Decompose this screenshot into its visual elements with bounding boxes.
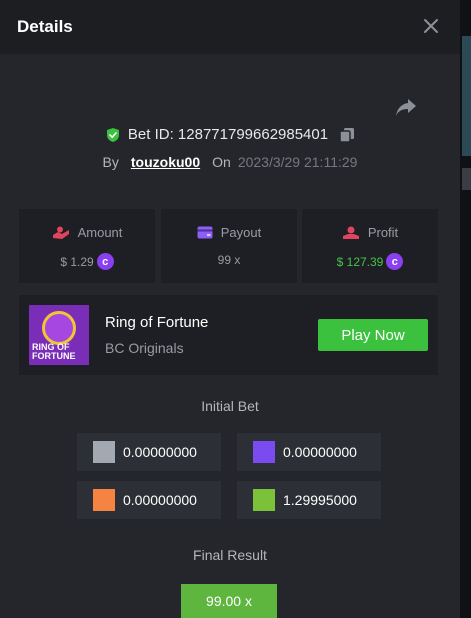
amount-label: Amount [77, 225, 123, 240]
copy-icon[interactable] [339, 127, 355, 143]
bet-id: Bet ID: 128771799662985401 [127, 126, 329, 143]
bet-value: 0.00000000 [123, 444, 197, 460]
on-label: On [212, 154, 231, 170]
close-icon [424, 19, 438, 33]
payout-stat: Payout 99 x [161, 209, 297, 283]
payout-value: 99 x [217, 253, 241, 267]
game-thumbnail[interactable]: RING OF FORTUNE [29, 305, 89, 365]
bet-value: 0.00000000 [123, 492, 197, 508]
bet-cell-green: 1.29995000 [237, 481, 381, 519]
hand-coins-icon [52, 226, 69, 239]
profit-icon [342, 226, 359, 239]
final-result-title: Final Result [193, 547, 267, 563]
verified-shield-icon [106, 127, 119, 142]
wheel-icon [42, 311, 76, 345]
card-icon [197, 226, 213, 239]
bet-timestamp: 2023/3/29 21:11:29 [237, 154, 358, 170]
game-subtitle: BC Originals [105, 340, 184, 356]
background-image-sliver [462, 168, 471, 190]
gray-swatch [93, 441, 115, 463]
by-label: By [102, 154, 119, 170]
bet-value: 0.00000000 [283, 444, 357, 460]
game-title: Ring of Fortune [105, 314, 209, 331]
profit-value: $ 127.39 [336, 254, 384, 269]
bet-cell-gray: 0.00000000 [77, 433, 221, 471]
coin-icon: c [386, 253, 404, 270]
bet-id-row: Bet ID: 128771799662985401 [0, 126, 460, 143]
amount-value: $ 1.29 [60, 254, 94, 269]
background-image-sliver [462, 36, 471, 156]
initial-bet-title: Initial Bet [201, 398, 259, 414]
share-button[interactable] [394, 96, 418, 118]
bet-value: 1.29995000 [283, 492, 357, 508]
play-now-button[interactable]: Play Now [318, 319, 428, 351]
bet-meta-row: By touzoku00 On 2023/3/29 21:11:29 [0, 154, 460, 170]
details-modal: Details Bet ID: 128771799662985401 By to… [0, 0, 460, 618]
orange-swatch [93, 489, 115, 511]
amount-stat: Amount $ 1.29 c [19, 209, 155, 283]
purple-swatch [253, 441, 275, 463]
bet-cell-purple: 0.00000000 [237, 433, 381, 471]
green-swatch [253, 489, 275, 511]
game-card: RING OF FORTUNE Ring of Fortune BC Origi… [19, 295, 438, 375]
close-button[interactable] [420, 15, 442, 37]
profit-label: Profit [367, 225, 399, 240]
thumbnail-logo-text: RING OF FORTUNE [32, 342, 76, 361]
modal-title: Details [17, 17, 73, 36]
modal-header: Details [0, 0, 460, 54]
final-result-badge: 99.00 x [181, 584, 277, 618]
bet-cell-orange: 0.00000000 [77, 481, 221, 519]
background-strip [460, 0, 471, 618]
coin-icon: c [96, 253, 114, 270]
payout-label: Payout [220, 225, 262, 240]
username-link[interactable]: touzoku00 [131, 154, 200, 170]
profit-stat: Profit $ 127.39 c [302, 209, 438, 283]
share-icon [396, 99, 416, 116]
